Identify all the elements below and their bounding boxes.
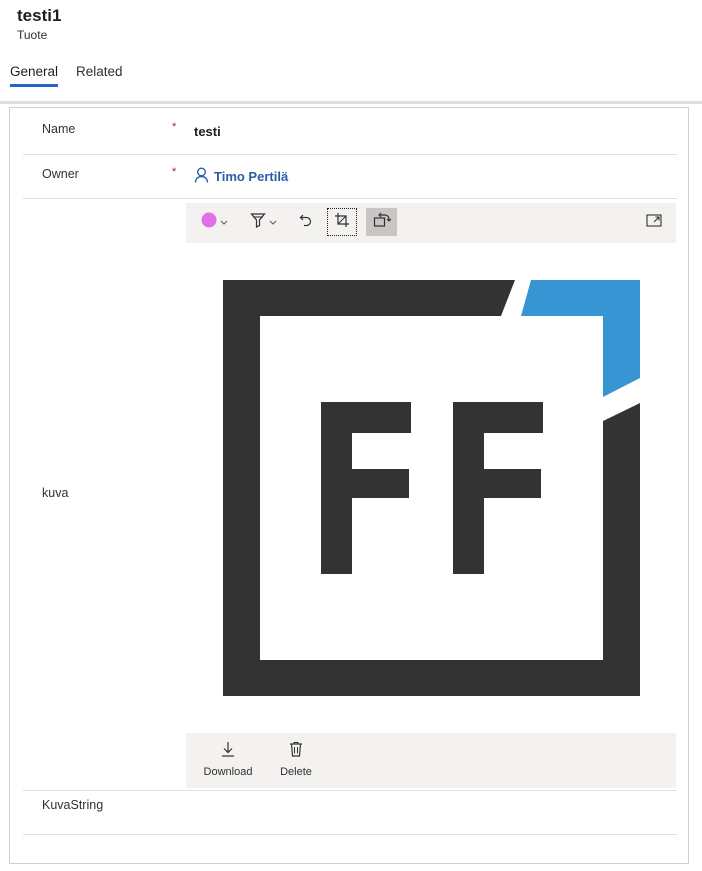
- expand-icon: [646, 213, 662, 232]
- image-toolbar: [186, 203, 676, 243]
- crop-button[interactable]: [327, 208, 357, 236]
- header-divider: [0, 101, 702, 104]
- logo-frame: [223, 280, 640, 696]
- tab-general[interactable]: General: [10, 64, 59, 87]
- ff-logo-image: [223, 280, 640, 696]
- name-field[interactable]: testi: [194, 124, 221, 139]
- filter-icon: [249, 212, 266, 233]
- form-section: Name * testi Owner * Timo Pertilä kuva D…: [9, 107, 689, 864]
- name-label: Name: [42, 122, 76, 136]
- row-divider: [23, 154, 677, 155]
- owner-required-marker: *: [172, 166, 177, 178]
- name-required-marker: *: [172, 121, 177, 133]
- record-header: testi1 Tuote: [17, 5, 61, 42]
- delete-label: Delete: [280, 766, 312, 778]
- tab-related[interactable]: Related: [76, 64, 123, 87]
- record-title: testi1: [17, 6, 62, 25]
- kuvastring-field[interactable]: [186, 794, 676, 832]
- owner-link[interactable]: Timo Pertilä: [214, 169, 288, 184]
- download-icon: [221, 741, 235, 760]
- pen-color-button[interactable]: [198, 208, 230, 236]
- image-canvas[interactable]: [186, 243, 676, 733]
- kuvastring-label: KuvaString: [42, 798, 104, 812]
- logo-accent: [521, 280, 640, 397]
- crop-icon: [334, 212, 350, 233]
- trash-icon: [289, 741, 303, 760]
- row-divider: [23, 790, 677, 791]
- owner-label: Owner: [42, 167, 79, 181]
- logo-letter-f1: [321, 402, 411, 574]
- image-action-bar: Download Delete: [186, 733, 676, 788]
- row-divider: [23, 834, 677, 835]
- expand-button[interactable]: [642, 208, 666, 236]
- rotate-icon: [373, 212, 391, 233]
- row-divider: [23, 198, 677, 199]
- color-circle-icon: [201, 212, 217, 233]
- undo-button[interactable]: [292, 208, 320, 236]
- logo-letter-f2: [453, 402, 543, 574]
- chevron-down-icon: [269, 213, 277, 231]
- tab-list: General Related: [10, 64, 123, 87]
- filter-button[interactable]: [246, 208, 280, 236]
- download-label: Download: [203, 766, 253, 778]
- delete-button[interactable]: Delete: [266, 741, 326, 778]
- record-entity: Tuote: [17, 28, 48, 42]
- owner-lookup[interactable]: Timo Pertilä: [194, 167, 288, 186]
- chevron-down-icon: [220, 213, 228, 231]
- person-icon: [194, 167, 209, 186]
- image-label: kuva: [42, 486, 69, 500]
- rotate-button[interactable]: [366, 208, 397, 236]
- download-button[interactable]: Download: [198, 741, 258, 778]
- undo-icon: [298, 212, 314, 233]
